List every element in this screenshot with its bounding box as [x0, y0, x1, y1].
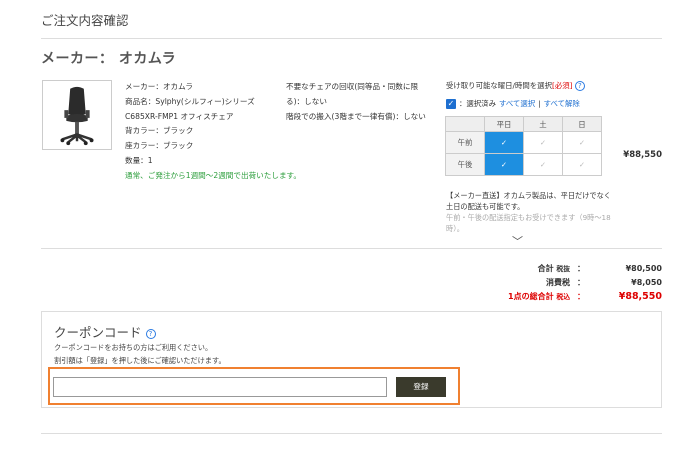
tax-label: 消費税 — [546, 278, 570, 287]
colon: ： — [577, 278, 585, 287]
detail-seat-color: 座カラー：ブラック — [125, 141, 194, 151]
selected-checkbox-icon: ✓ — [446, 99, 456, 109]
coupon-desc-line2: 割引額は「登録」を押した後にご確認いただけます。 — [54, 355, 226, 365]
coupon-title-text: クーポンコード — [54, 325, 142, 340]
colon: ： — [577, 292, 585, 301]
cell-morning-weekday[interactable]: ✓ — [484, 131, 524, 154]
calendar-corner — [445, 116, 485, 132]
register-button[interactable]: 登録 — [396, 377, 446, 397]
detail-quantity: 数量：1 — [125, 155, 153, 165]
col-sunday: 日 — [562, 116, 602, 132]
detail-model: C685XR-FMP1 オフィスチェア — [125, 111, 234, 121]
chevron-down-icon[interactable]: ﹀ — [512, 233, 523, 249]
note-time: 午前・午後の配送指定もお受けできます（9時〜18時）。 — [446, 213, 611, 233]
separator: | — [538, 99, 541, 108]
option-stairs: 階段での搬入(3階まで一律有償)：しない — [286, 111, 426, 121]
coupon-code-input[interactable] — [53, 377, 387, 397]
divider — [41, 433, 662, 434]
detail-name: 商品名：Sylphy(シルフィー)シリーズ — [125, 96, 255, 106]
divider — [41, 38, 662, 39]
product-image[interactable] — [42, 80, 112, 150]
product-options: 不要なチェアの回収(同等品・同数に限る)：しない 階段での搬入(3階まで一律有償… — [286, 80, 436, 124]
help-icon[interactable]: ? — [574, 81, 585, 91]
page-title: ご注文内容確認 — [41, 13, 129, 28]
pickup-selector: 受け取り可能な曜日/時間を選択[必須] ? ✓ ：選択済み すべて選択 | すべ… — [446, 80, 611, 110]
detail-maker: メーカー：オカムラ — [125, 82, 193, 91]
divider — [41, 248, 662, 249]
pickup-calendar: 平日 土 日 午前 ✓ ✓ ✓ 午後 ✓ ✓ ✓ — [445, 116, 602, 176]
detail-back-color: 背カラー：ブラック — [125, 126, 194, 136]
cell-afternoon-saturday[interactable]: ✓ — [523, 153, 563, 176]
row-afternoon: 午後 — [445, 153, 485, 176]
totals: 合計 税抜 ： ¥80,500 消費税 ： ¥8,050 1点の総合計 税込 ：… — [460, 262, 662, 304]
col-weekday: 平日 — [484, 116, 524, 132]
option-collection: 不要なチェアの回収(同等品・同数に限る)：しない — [286, 82, 419, 106]
pickup-header: 受け取り可能な曜日/時間を選択 — [446, 81, 552, 90]
subtotal-value: ¥80,500 — [625, 264, 662, 273]
colon: ： — [577, 264, 585, 273]
coupon-title: クーポンコード ? — [54, 322, 156, 341]
office-chair-icon — [60, 86, 94, 146]
product-details: メーカー：オカムラ 商品名：Sylphy(シルフィー)シリーズ C685XR-F… — [125, 80, 301, 184]
item-price: ¥88,550 — [623, 150, 662, 160]
coupon-section: クーポンコード ? クーポンコードをお持ちの方はご利用ください。 割引額は「登録… — [41, 311, 662, 408]
tax-value: ¥8,050 — [631, 278, 662, 287]
row-morning: 午前 — [445, 131, 485, 154]
cell-morning-sunday[interactable]: ✓ — [562, 131, 602, 154]
note-direct: 【メーカー直送】オカムラ製品は、平日だけでなく土日の配送も可能です。 — [446, 191, 611, 211]
cell-morning-saturday[interactable]: ✓ — [523, 131, 563, 154]
grand-total-label: 1点の総合計 — [508, 292, 554, 301]
maker-heading: メーカー： オカムラ — [41, 51, 177, 67]
selected-label: ：選択済み — [459, 99, 496, 108]
deselect-all-link[interactable]: すべて解除 — [544, 98, 580, 110]
grand-total-value: ¥88,550 — [618, 291, 662, 302]
cell-afternoon-weekday[interactable]: ✓ — [484, 153, 524, 176]
grand-tax-note: 税込 — [556, 293, 570, 301]
cell-afternoon-sunday[interactable]: ✓ — [562, 153, 602, 176]
shipping-note: 通常、ご発注から1週間〜2週間で出荷いたします。 — [125, 170, 301, 180]
required-badge: [必須] — [551, 81, 573, 90]
subtotal-label: 合計 — [537, 264, 554, 273]
select-all-link[interactable]: すべて選択 — [499, 98, 535, 110]
col-saturday: 土 — [523, 116, 563, 132]
help-icon[interactable]: ? — [145, 328, 156, 339]
subtotal-tax-note: 税抜 — [556, 265, 570, 273]
pickup-note: 【メーカー直送】オカムラ製品は、平日だけでなく土日の配送も可能です。 午前・午後… — [446, 190, 611, 234]
coupon-desc-line1: クーポンコードをお持ちの方はご利用ください。 — [54, 343, 213, 352]
coupon-description: クーポンコードをお持ちの方はご利用ください。 割引額は「登録」を押した後にご確認… — [54, 342, 226, 367]
